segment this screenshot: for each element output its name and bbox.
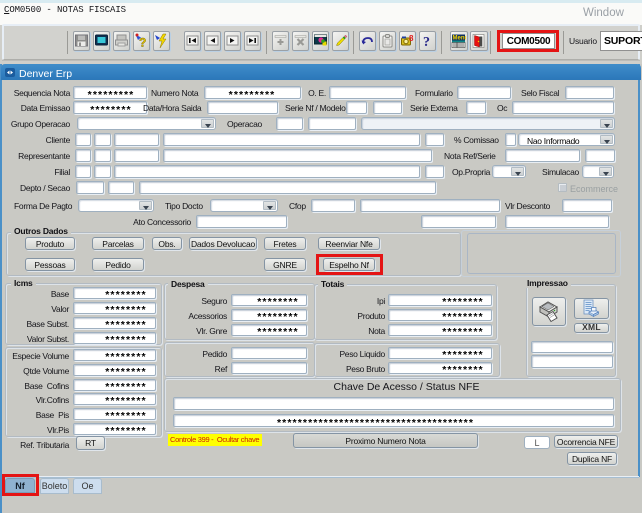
svg-text:?: ? [423,35,430,50]
svg-text:?: ? [139,36,146,50]
svg-text:8: 8 [409,34,414,43]
